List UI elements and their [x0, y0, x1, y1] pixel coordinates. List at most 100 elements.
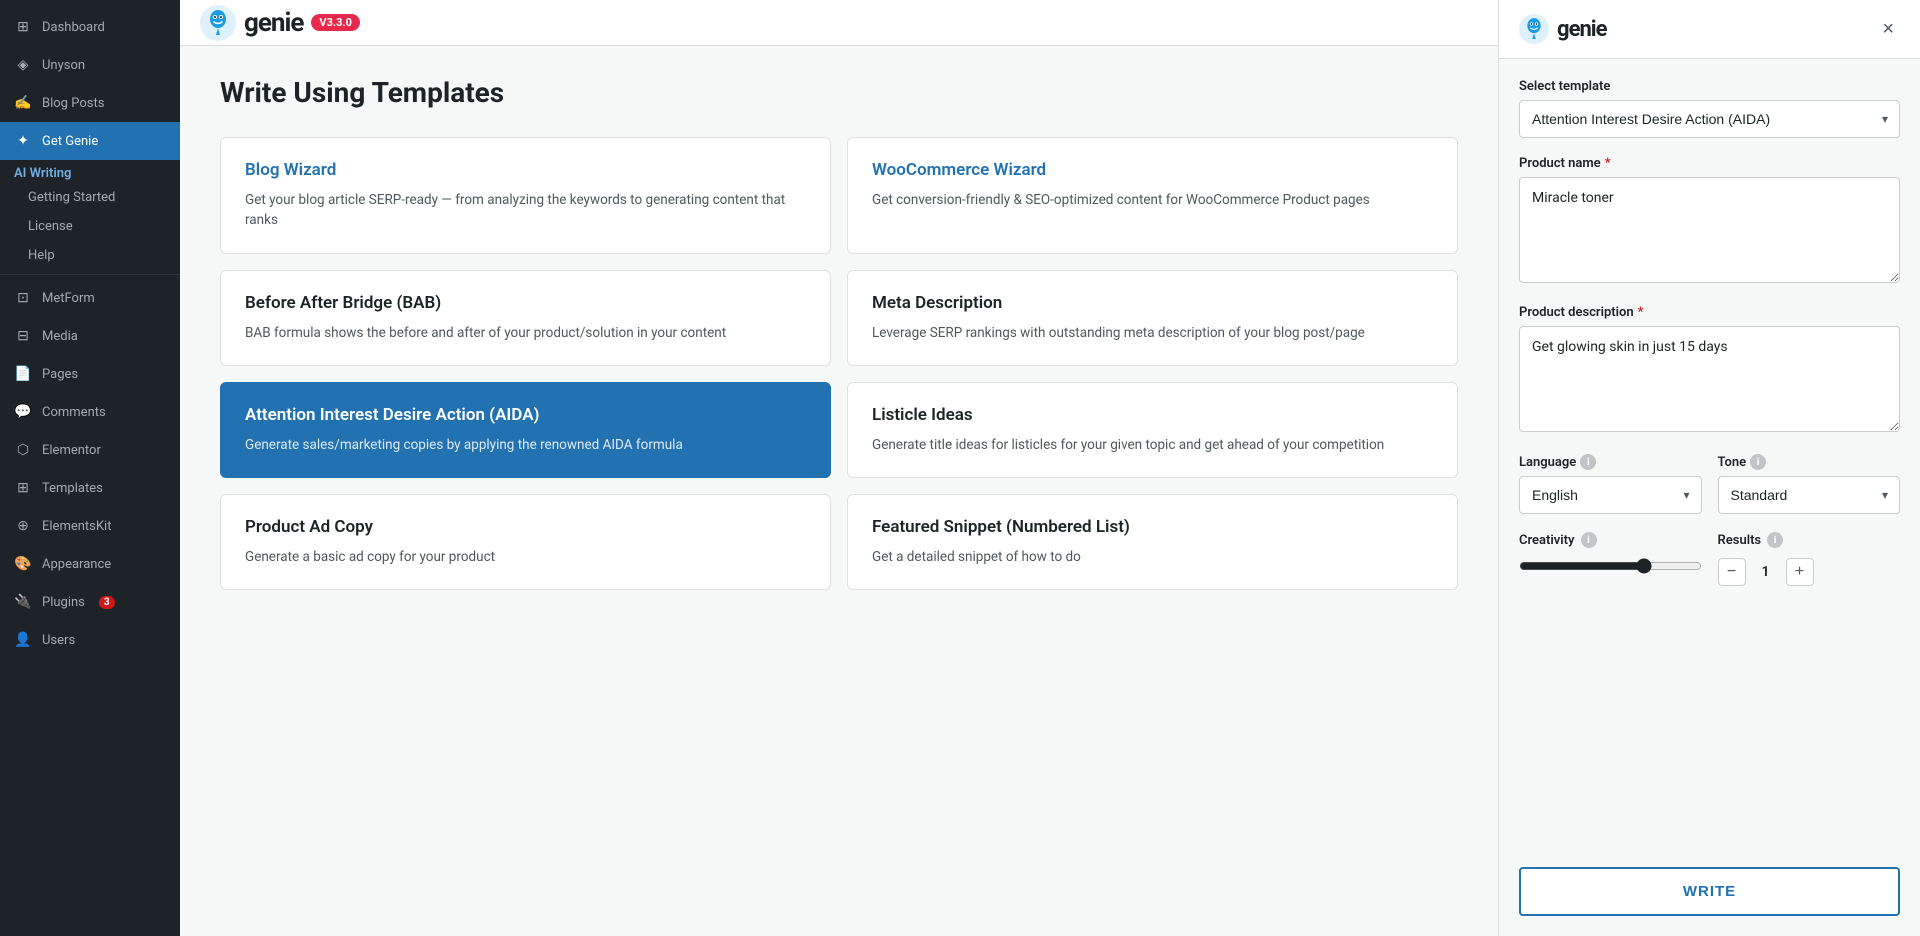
product-description-required: * — [1638, 305, 1644, 320]
sidebar-item-users[interactable]: 👤 Users — [0, 621, 180, 659]
sidebar-item-label: Appearance — [42, 557, 111, 572]
sidebar-item-label: Get Genie — [42, 134, 98, 149]
sidebar-item-metform[interactable]: ⊡ MetForm — [0, 279, 180, 317]
plugins-icon: 🔌 — [14, 593, 32, 611]
sidebar-item-label: Templates — [42, 481, 103, 496]
product-name-required: * — [1605, 156, 1611, 171]
sidebar-item-plugins[interactable]: 🔌 Plugins 3 — [0, 583, 180, 621]
sidebar-item-templates[interactable]: ⊞ Templates — [0, 469, 180, 507]
template-card-desc: Get conversion-friendly & SEO-optimized … — [872, 190, 1433, 210]
template-card-title: Before After Bridge (BAB) — [245, 293, 806, 313]
elementor-icon: ⬡ — [14, 441, 32, 459]
template-card-title: Listicle Ideas — [872, 405, 1433, 425]
dashboard-icon: ⊞ — [14, 18, 32, 36]
template-card-desc: Get a detailed snippet of how to do — [872, 547, 1433, 567]
sidebar-item-dashboard[interactable]: ⊞ Dashboard — [0, 8, 180, 46]
product-name-textarea[interactable]: Miracle toner — [1519, 177, 1900, 283]
close-button[interactable]: × — [1876, 17, 1900, 41]
sidebar-item-unyson[interactable]: ◈ Unyson — [0, 46, 180, 84]
sidebar-item-blog-posts[interactable]: ✍ Blog Posts — [0, 84, 180, 122]
product-description-textarea[interactable]: Get glowing skin in just 15 days — [1519, 326, 1900, 432]
write-button[interactable]: WRITE — [1519, 867, 1900, 916]
sidebar-item-get-genie[interactable]: ✦ Get Genie — [0, 122, 180, 160]
template-card-title: Featured Snippet (Numbered List) — [872, 517, 1433, 537]
template-card-woocommerce-wizard[interactable]: WooCommerce Wizard Get conversion-friend… — [847, 137, 1458, 254]
logo-area: genie V3.3.0 — [200, 5, 360, 41]
sidebar-item-elementor[interactable]: ⬡ Elementor — [0, 431, 180, 469]
sidebar-item-label: Dashboard — [42, 20, 105, 35]
tone-label: Tone i — [1718, 454, 1901, 470]
sidebar-item-license[interactable]: License — [0, 212, 180, 241]
template-card-listicle-ideas[interactable]: Listicle Ideas Generate title ideas for … — [847, 382, 1458, 478]
product-description-field: Product description * Get glowing skin i… — [1519, 305, 1900, 436]
sidebar-item-help[interactable]: Help — [0, 241, 180, 270]
get-genie-icon: ✦ — [14, 132, 32, 150]
product-name-label: Product name * — [1519, 156, 1900, 171]
sidebar-item-label: Plugins — [42, 595, 85, 610]
select-template-select[interactable]: Attention Interest Desire Action (AIDA) — [1519, 100, 1900, 138]
select-template-field: Select template Attention Interest Desir… — [1519, 79, 1900, 138]
sidebar-item-label: Users — [42, 633, 75, 648]
sidebar-divider — [0, 274, 180, 275]
tone-field: Tone i Standard Professional Casual Frie… — [1718, 454, 1901, 514]
plugins-badge: 3 — [99, 596, 115, 609]
blog-posts-icon: ✍ — [14, 94, 32, 112]
results-decrement-button[interactable]: − — [1718, 558, 1746, 586]
main-area: genie V3.3.0 Write Using Templates Blog … — [180, 0, 1498, 936]
sidebar-item-label: Media — [42, 329, 78, 344]
tone-select-wrapper: Standard Professional Casual Friendly Wi… — [1718, 476, 1901, 514]
sidebar-item-comments[interactable]: 💬 Comments — [0, 393, 180, 431]
template-card-desc: Leverage SERP rankings with outstanding … — [872, 323, 1433, 343]
creativity-label-row: Creativity i — [1519, 532, 1702, 548]
sidebar-item-media[interactable]: ⊟ Media — [0, 317, 180, 355]
creativity-slider[interactable] — [1519, 558, 1702, 574]
sidebar-item-label: ElementsKit — [42, 519, 111, 534]
creativity-field: Creativity i — [1519, 532, 1702, 586]
pages-icon: 📄 — [14, 365, 32, 383]
sidebar-item-label: Elementor — [42, 443, 101, 458]
results-stepper: − 1 + — [1718, 558, 1901, 586]
template-card-desc: Generate title ideas for listicles for y… — [872, 435, 1433, 455]
metform-icon: ⊡ — [14, 289, 32, 307]
version-badge: V3.3.0 — [311, 14, 360, 31]
template-card-aida[interactable]: Attention Interest Desire Action (AIDA) … — [220, 382, 831, 478]
template-card-title: WooCommerce Wizard — [872, 160, 1433, 180]
sidebar-item-elementskit[interactable]: ⊕ ElementsKit — [0, 507, 180, 545]
template-card-featured-snippet[interactable]: Featured Snippet (Numbered List) Get a d… — [847, 494, 1458, 590]
help-label: Help — [28, 248, 55, 263]
sidebar-item-getting-started[interactable]: Getting Started — [0, 183, 180, 212]
product-description-label: Product description * — [1519, 305, 1900, 320]
template-card-blog-wizard[interactable]: Blog Wizard Get your blog article SERP-r… — [220, 137, 831, 254]
tone-select[interactable]: Standard Professional Casual Friendly Wi… — [1718, 476, 1901, 514]
results-field: Results i − 1 + — [1718, 532, 1901, 586]
page-title: Write Using Templates — [220, 76, 1458, 109]
sidebar-item-pages[interactable]: 📄 Pages — [0, 355, 180, 393]
results-label: Results — [1718, 533, 1762, 548]
results-info-icon[interactable]: i — [1767, 532, 1783, 548]
template-grid: Blog Wizard Get your blog article SERP-r… — [220, 137, 1458, 590]
template-card-desc: BAB formula shows the before and after o… — [245, 323, 806, 343]
sidebar-ai-writing-section: AI Writing — [0, 160, 180, 183]
tone-info-icon[interactable]: i — [1750, 454, 1766, 470]
users-icon: 👤 — [14, 631, 32, 649]
media-icon: ⊟ — [14, 327, 32, 345]
comments-icon: 💬 — [14, 403, 32, 421]
ai-writing-label: AI Writing — [14, 166, 71, 181]
language-info-icon[interactable]: i — [1580, 454, 1596, 470]
language-label: Language i — [1519, 454, 1702, 470]
content-area: Write Using Templates Blog Wizard Get yo… — [180, 46, 1498, 936]
unyson-icon: ◈ — [14, 56, 32, 74]
sidebar-item-appearance[interactable]: 🎨 Appearance — [0, 545, 180, 583]
results-increment-button[interactable]: + — [1786, 558, 1814, 586]
elementskit-icon: ⊕ — [14, 517, 32, 535]
creativity-info-icon[interactable]: i — [1581, 532, 1597, 548]
template-card-meta-description[interactable]: Meta Description Leverage SERP rankings … — [847, 270, 1458, 366]
results-label-row: Results i — [1718, 532, 1901, 548]
slider-container — [1519, 558, 1702, 578]
template-card-product-ad-copy[interactable]: Product Ad Copy Generate a basic ad copy… — [220, 494, 831, 590]
template-card-bab[interactable]: Before After Bridge (BAB) BAB formula sh… — [220, 270, 831, 366]
template-card-desc: Get your blog article SERP-ready — from … — [245, 190, 806, 231]
logo-text: genie — [244, 8, 303, 38]
right-panel-logo-text: genie — [1557, 17, 1606, 42]
language-select[interactable]: English Spanish French German Portuguese — [1519, 476, 1702, 514]
